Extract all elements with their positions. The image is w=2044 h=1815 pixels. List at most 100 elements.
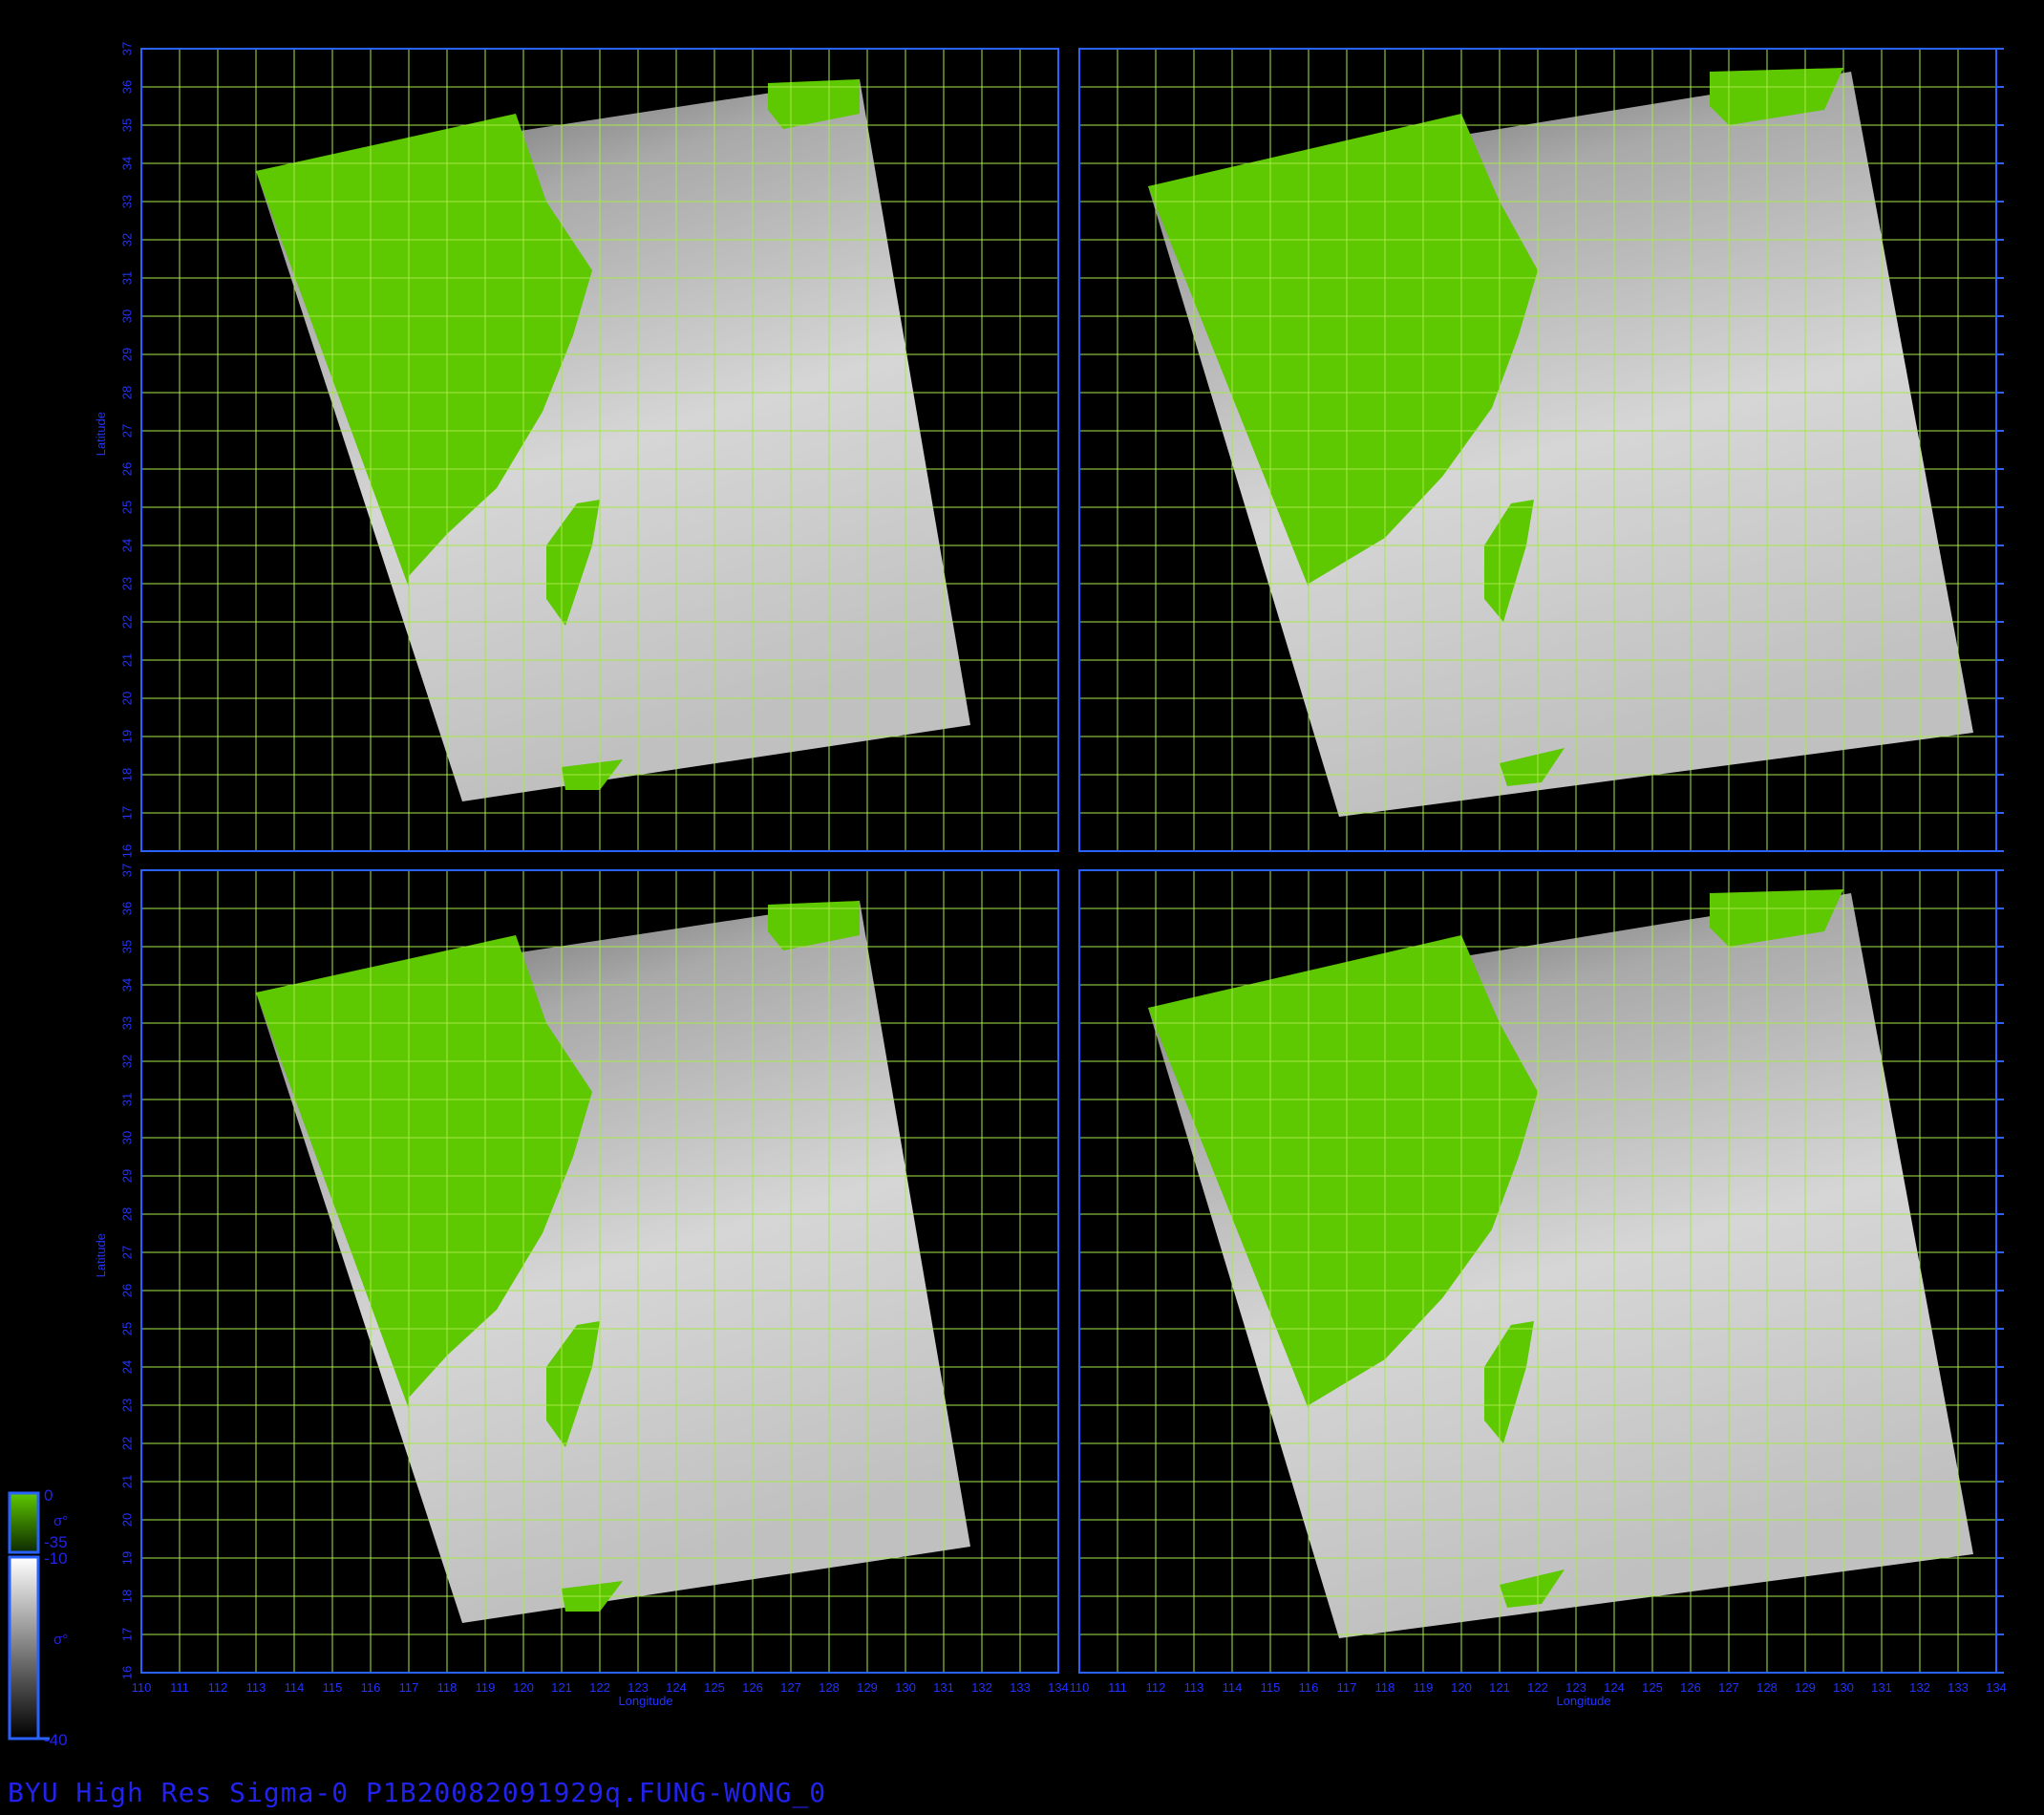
lat-tick-label: 32 [119,1055,134,1068]
lon-tick-label: 118 [437,1680,458,1695]
lon-tick-label: 130 [895,1680,916,1695]
lon-tick-label: 125 [1642,1680,1663,1695]
lon-tick-label: 113 [246,1680,266,1695]
lon-tick-label: 133 [1010,1680,1031,1695]
lat-tick-label: 36 [119,80,134,94]
lon-tick-label: 112 [1146,1680,1166,1695]
panel-bottom-left: 16 17 18 19 20 21 22 23 24 25 26 27 28 29 30 31 32 33 34 35… [94,864,1069,1708]
lat-tick-label: 19 [119,730,134,743]
lat-tick-label: 31 [119,1093,134,1106]
lon-tick-label: 117 [399,1680,419,1695]
lon-tick-label: 117 [1337,1680,1357,1695]
lon-tick-label: 132 [971,1680,992,1695]
lat-tick-label: 26 [119,462,134,476]
lon-tick-label: 122 [1527,1680,1548,1695]
lon-tick-label: 124 [666,1680,687,1695]
lat-tick-label: 36 [119,902,134,915]
lat-tick-label: 34 [119,978,134,992]
lon-tick-label: 134 [1986,1680,2007,1695]
lon-tick-label: 110 [132,1680,152,1695]
lon-tick-label: 111 [1108,1680,1127,1695]
lat-tick-label: 35 [119,940,134,953]
lon-tick-label: 115 [1261,1680,1281,1695]
colorbar [8,1491,50,1740]
lat-tick-label: 34 [119,157,134,170]
land-colorbar [8,1491,40,1554]
lon-tick-label: 113 [1184,1680,1204,1695]
lon-tick-label: 123 [628,1680,649,1695]
lat-tick-label: 25 [119,1322,134,1335]
lat-tick-label: 27 [119,1246,134,1259]
lat-tick-label: 16 [119,1666,134,1679]
lat-tick-label: 33 [119,1016,134,1030]
lat-tick-label: 37 [119,864,134,877]
lat-tick-label: 31 [119,271,134,285]
x-axis-label: Longitude [618,1694,672,1708]
lon-tick-label: 130 [1833,1680,1854,1695]
lon-tick-label: 122 [589,1680,610,1695]
lon-tick-label: 111 [170,1680,189,1695]
lat-tick-label: 21 [119,653,134,667]
y-axis-label: Latitude [94,412,108,456]
lat-tick-label: 25 [119,501,134,514]
ocean-scale-max: -10 [44,1549,68,1568]
lat-tick-label: 20 [119,692,134,705]
lat-tick-label: 35 [119,118,134,132]
lat-tick-label: 33 [119,195,134,208]
lat-tick-label: 29 [119,1169,134,1183]
lat-tick-label: 26 [119,1284,134,1297]
lat-tick-label: 22 [119,615,134,629]
lat-tick-label: 27 [119,424,134,438]
lon-tick-label: 131 [1871,1680,1892,1695]
lat-tick-label: 18 [119,768,134,781]
lat-tick-label: 29 [119,348,134,361]
lat-tick-label: 18 [119,1590,134,1603]
panel-top-left: 16 17 18 19 20 21 22 23 24 25 26 27 28 29 30 31 32 33 34 35… [94,42,1059,858]
lat-tick-label: 23 [119,577,134,590]
lon-tick-label: 124 [1604,1680,1625,1695]
lat-tick-label: 16 [119,844,134,858]
lon-tick-label: 110 [1070,1680,1090,1695]
lon-tick-label: 123 [1565,1680,1586,1695]
lon-tick-label: 132 [1909,1680,1930,1695]
lat-tick-label: 19 [119,1551,134,1565]
lat-tick-label: 32 [119,233,134,246]
lon-tick-label: 121 [551,1680,572,1695]
lon-tick-label: 114 [285,1680,305,1695]
lat-tick-label: 30 [119,310,134,323]
lat-tick-label: 37 [119,42,134,55]
panel-top-right [1078,48,2004,852]
lon-tick-label: 133 [1948,1680,1969,1695]
lon-tick-label: 126 [1680,1680,1701,1695]
lon-tick-label: 118 [1375,1680,1395,1695]
lon-tick-label: 114 [1223,1680,1243,1695]
lon-tick-label: 131 [933,1680,954,1695]
lon-tick-label: 134 [1048,1680,1069,1695]
lon-tick-label: 116 [1299,1680,1319,1695]
lon-tick-label: 112 [208,1680,228,1695]
lat-tick-label: 23 [119,1399,134,1412]
lat-tick-label: 17 [119,806,134,820]
lon-tick-label: 128 [1757,1680,1778,1695]
lon-tick-label: 120 [1451,1680,1472,1695]
ocean-scale-min: -40 [44,1731,68,1749]
lat-tick-label: 24 [119,1360,134,1374]
ocean-scale-symbol: σ° [53,1632,69,1648]
lon-tick-label: 115 [323,1680,343,1695]
lat-tick-label: 24 [119,539,134,552]
lon-tick-label: 126 [742,1680,763,1695]
lon-tick-label: 129 [1795,1680,1816,1695]
x-axis-label: Longitude [1556,1694,1610,1708]
lat-tick-label: 21 [119,1475,134,1488]
lon-tick-label: 121 [1489,1680,1510,1695]
panel-bottom-right: 110 111 112 113 114 115 116 117 118 119 120 121 122 1… [1070,869,2007,1708]
lat-tick-label: 28 [119,386,134,399]
lon-tick-label: 125 [704,1680,725,1695]
land-scale-max: 0 [44,1486,53,1505]
lon-tick-label: 119 [1414,1680,1434,1695]
land-scale-symbol: σ° [53,1513,69,1529]
sigma0-figure: 16 17 18 19 20 21 22 23 24 25 26 27 28 29 30 31 32 33 34 35… [8,42,2007,1740]
lat-tick-label: 30 [119,1131,134,1144]
lon-tick-label: 127 [780,1680,801,1695]
lat-tick-label: 17 [119,1628,134,1641]
